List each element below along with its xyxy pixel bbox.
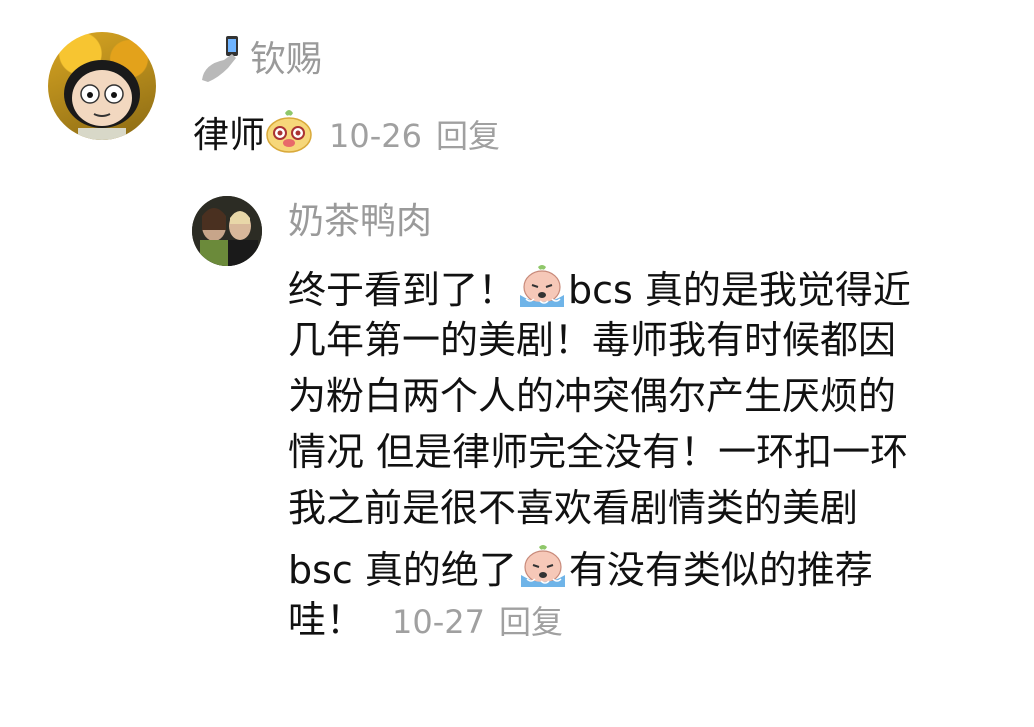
bear-face-emoji-icon bbox=[265, 109, 313, 160]
comment-text: 律师 bbox=[193, 115, 266, 156]
crying-doll-emoji-icon bbox=[517, 545, 569, 595]
reply-line-text: bsc 真的绝了 bbox=[288, 548, 517, 592]
phone-hand-icon bbox=[202, 36, 238, 82]
reply-button[interactable]: 回复 bbox=[436, 117, 500, 155]
reply-date: 10-27 bbox=[392, 603, 485, 641]
reply-line: 我之前是很不喜欢看剧情类的美剧 bbox=[288, 486, 859, 530]
reply-line: 哇！ 10-27 回复 bbox=[288, 601, 1008, 657]
reply-line: 情况 但是律师完全没有！一环扣一环 bbox=[288, 430, 909, 474]
avatar[interactable] bbox=[48, 32, 156, 140]
photo-avatar-icon bbox=[192, 196, 262, 266]
avatar[interactable] bbox=[192, 196, 262, 266]
comment-date: 10-26 bbox=[329, 117, 422, 155]
reply-line-text: 终于看到了！ bbox=[288, 268, 517, 312]
reply-line: bsc 真的绝了 有没有类似的推荐 bbox=[288, 545, 1008, 601]
reply-line-text: 哇！ bbox=[288, 598, 365, 642]
crying-doll-emoji-icon bbox=[516, 265, 568, 315]
reply-button[interactable]: 回复 bbox=[499, 603, 563, 641]
reply-line-text: bcs 真的是我觉得近 bbox=[568, 268, 911, 312]
comment-row: 律师 10-26 回复 bbox=[193, 109, 500, 160]
cartoon-face-icon bbox=[64, 60, 140, 140]
reply-line-text: 有没有类似的推荐 bbox=[568, 548, 873, 592]
reply-line: 为粉白两个人的冲突偶尔产生厌烦的 bbox=[288, 374, 897, 418]
reply-line: 几年第一的美剧！毒师我有时候都因 bbox=[288, 318, 897, 362]
comment-username[interactable]: 钦赐 bbox=[250, 42, 322, 78]
reply-line: 终于看到了！ bcs 真的是我觉得近 bbox=[288, 265, 1008, 321]
reply-username[interactable]: 奶茶鸭肉 bbox=[288, 204, 432, 240]
reply-text: 终于看到了！ bcs 真的是我觉得近 几年第一的美剧！毒师我有时候都因 为粉白两… bbox=[288, 265, 1008, 657]
